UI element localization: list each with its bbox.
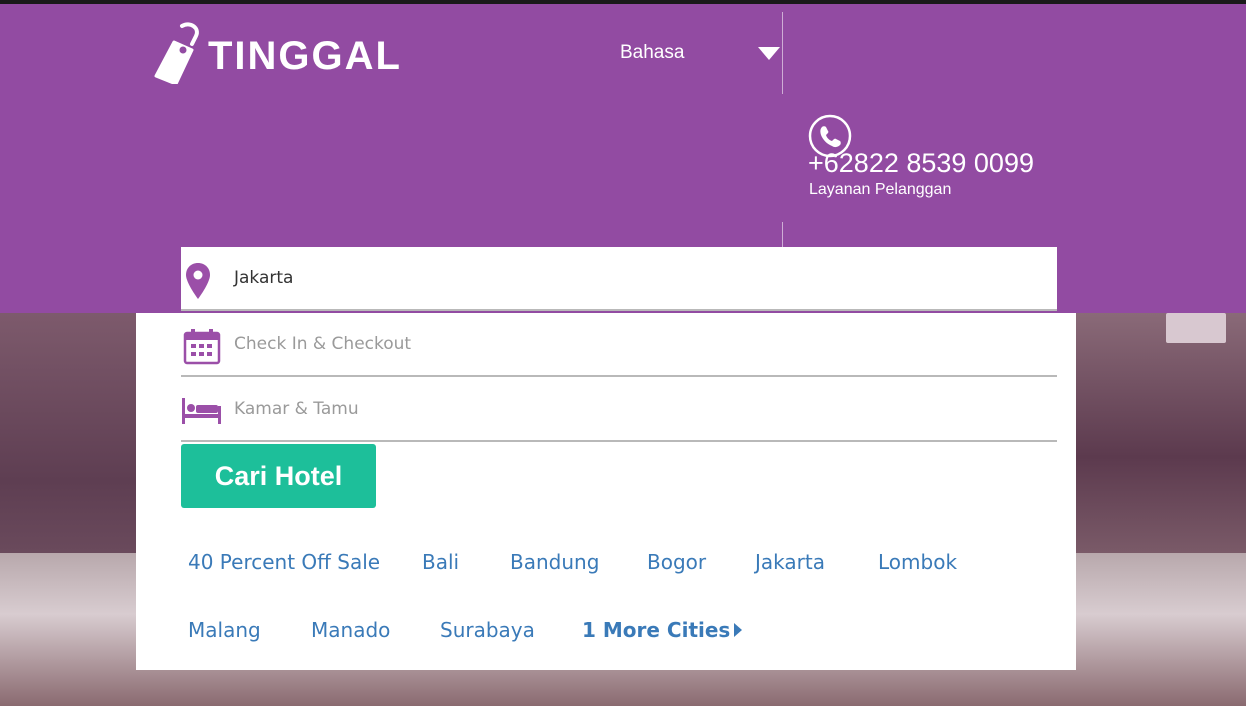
brand-name: TINGGAL (208, 33, 402, 78)
header-divider (782, 12, 783, 94)
city-link[interactable]: Bogor (647, 550, 706, 574)
tag-icon (154, 22, 199, 84)
bed-icon (182, 398, 221, 424)
phone-caption: Layanan Pelanggan (809, 181, 952, 198)
destination-value: Jakarta (234, 268, 294, 288)
caret-down-icon (758, 46, 781, 60)
city-link[interactable]: Manado (311, 618, 390, 642)
header-divider-lower (782, 222, 783, 247)
city-link[interactable]: Bali (422, 550, 459, 574)
city-link[interactable]: Surabaya (440, 618, 535, 642)
language-label: Bahasa (620, 42, 685, 63)
calendar-icon (183, 329, 221, 365)
more-cities-label: 1 More Cities (582, 618, 731, 642)
destination-field[interactable]: Jakarta (181, 247, 1057, 311)
lamp-shade (1166, 313, 1226, 343)
hero-panel-left (0, 313, 136, 553)
more-cities-link[interactable]: 1 More Cities (582, 618, 743, 642)
checkin-field[interactable]: Check In & Checkout (181, 313, 1057, 377)
city-link[interactable]: Bandung (510, 550, 599, 574)
city-link[interactable]: 40 Percent Off Sale (188, 550, 380, 574)
hero-panel-right (1076, 313, 1246, 553)
city-link[interactable]: Malang (188, 618, 261, 642)
guests-placeholder: Kamar & Tamu (234, 399, 359, 419)
city-link[interactable]: Jakarta (755, 550, 825, 574)
search-hotel-button[interactable]: Cari Hotel (181, 444, 376, 508)
logo[interactable]: TINGGAL (152, 22, 402, 84)
language-selector[interactable]: Bahasa (620, 42, 781, 64)
caret-right-icon (734, 623, 743, 637)
phone-number[interactable]: +62822 8539 0099 (808, 148, 1034, 179)
city-link[interactable]: Lombok (878, 550, 957, 574)
map-pin-icon (186, 263, 210, 299)
guests-field[interactable]: Kamar & Tamu (181, 378, 1057, 442)
checkin-placeholder: Check In & Checkout (234, 334, 412, 354)
